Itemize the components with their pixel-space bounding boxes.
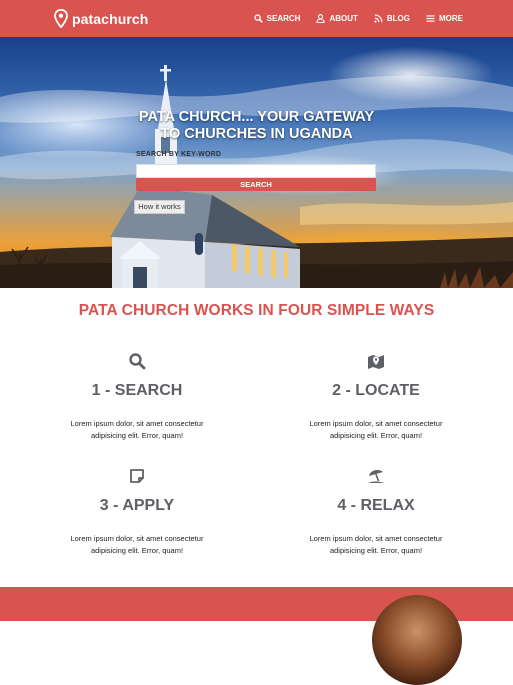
feature-locate: 2 - LOCATE Lorem ipsum dolor, sit amet c… — [276, 352, 476, 441]
features-title: PATA CHURCH WORKS IN FOUR SIMPLE WAYS — [78, 302, 435, 319]
feature-desc-line1: Lorem ipsum dolor, sit amet consectetur — [70, 534, 204, 543]
feature-desc-line2: adipisicing elit. Error, quam! — [329, 545, 423, 555]
feature-desc-line2: adipisicing elit. Error, quam! — [329, 430, 423, 440]
feature-heading: 2 - LOCATE — [332, 382, 420, 399]
feature-desc-line2: adipisicing elit. Error, quam! — [90, 430, 184, 440]
hero-title-line2: TO CHURCHES IN UGANDA — [160, 126, 353, 142]
nav-item-label: BLOG — [386, 14, 410, 23]
feature-heading: 4 - RELAX — [337, 497, 415, 514]
menu-icon — [426, 15, 435, 22]
feature-desc-line1: Lorem ipsum dolor, sit amet consectetur — [70, 419, 204, 428]
church-scene-image — [0, 65, 513, 288]
feature-description: Lorem ipsum dolor, sit amet consectetur … — [37, 418, 237, 441]
search-label: SEARCH BY KEY-WORD — [136, 151, 222, 158]
rss-icon — [374, 14, 383, 23]
how-it-works-button[interactable]: How it works — [134, 200, 185, 214]
nav-menu: SEARCH ABOUT BLOG MORE — [254, 14, 463, 23]
feature-search: 1 - SEARCH Lorem ipsum dolor, sit amet c… — [37, 352, 237, 441]
brand-name: patachurch — [72, 10, 149, 27]
church-interior-image — [372, 595, 462, 685]
umbrella-beach-icon — [368, 470, 384, 483]
nav-item-about[interactable]: ABOUT — [316, 14, 358, 23]
footer-band — [0, 587, 513, 685]
brand-logo[interactable]: patachurch — [54, 9, 148, 28]
feature-apply: 3 - APPLY Lorem ipsum dolor, sit amet co… — [37, 467, 237, 556]
feature-heading: 1 - SEARCH — [91, 382, 183, 399]
user-icon — [316, 14, 326, 23]
search-input[interactable] — [136, 164, 376, 178]
sticky-note-icon — [130, 469, 144, 483]
feature-desc-line1: Lorem ipsum dolor, sit amet consectetur — [309, 534, 443, 543]
hero-title: PATA CHURCH... YOUR GATEWAY TO CHURCHES … — [100, 109, 413, 143]
search-icon — [129, 353, 146, 370]
top-navbar: patachurch SEARCH ABOUT BLOG MORE — [0, 0, 513, 37]
map-icon — [368, 355, 384, 369]
nav-item-search[interactable]: SEARCH — [254, 14, 301, 23]
feature-description: Lorem ipsum dolor, sit amet consectetur … — [37, 533, 237, 556]
nav-item-label: SEARCH — [266, 14, 301, 23]
feature-heading: 3 - APPLY — [99, 497, 175, 514]
feature-description: Lorem ipsum dolor, sit amet consectetur … — [276, 533, 476, 556]
feature-desc-line2: adipisicing elit. Error, quam! — [90, 545, 184, 555]
search-button[interactable]: SEARCH — [136, 178, 376, 191]
feature-description: Lorem ipsum dolor, sit amet consectetur … — [276, 418, 476, 441]
nav-item-label: MORE — [439, 14, 463, 23]
hero-title-line1: PATA CHURCH... YOUR GATEWAY — [138, 109, 375, 125]
map-marker-icon — [54, 9, 68, 28]
nav-item-more[interactable]: MORE — [426, 14, 463, 23]
nav-item-label: ABOUT — [329, 14, 358, 23]
hero-section: PATA CHURCH... YOUR GATEWAY TO CHURCHES … — [0, 37, 513, 288]
feature-desc-line1: Lorem ipsum dolor, sit amet consectetur — [309, 419, 443, 428]
search-icon — [254, 14, 263, 23]
nav-item-blog[interactable]: BLOG — [374, 14, 410, 23]
feature-relax: 4 - RELAX Lorem ipsum dolor, sit amet co… — [276, 467, 476, 556]
